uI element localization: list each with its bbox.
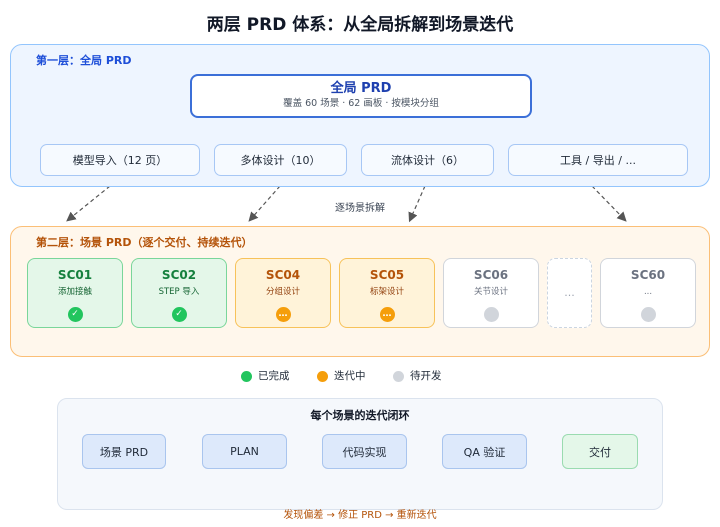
legend-iterating-label: 迭代中 <box>334 370 366 382</box>
loop-step-plan: PLAN <box>202 434 287 469</box>
legend-todo-dot <box>393 371 404 382</box>
scene-name: 添加接触 <box>57 287 92 297</box>
module-multibody-design: 多体设计（10） <box>214 144 347 176</box>
ellipsis-icon: … <box>275 307 291 322</box>
scene-code: SC60 <box>630 268 666 282</box>
scene-name: ... <box>643 287 653 297</box>
circle-icon <box>483 307 499 322</box>
module-tools-export: 工具 / 导出 / ... <box>508 144 688 176</box>
scene-name: 分组设计 <box>265 287 300 297</box>
scene-card-sc04: SC04 分组设计 … <box>235 258 331 328</box>
scene-card-sc01: SC01 添加接触 ✓ <box>27 258 123 328</box>
iteration-loop-title: 每个场景的迭代闭环 <box>310 409 410 422</box>
module-fluid-design: 流体设计（6） <box>361 144 494 176</box>
scene-code: SC04 <box>265 268 301 282</box>
scene-card-sc60: SC60 ... <box>600 258 696 328</box>
layer1-label: 第一层：全局 PRD <box>36 54 132 67</box>
legend-iterating-dot <box>317 371 328 382</box>
global-prd-box: 全局 PRD 覆盖 60 场景 · 62 画板 · 按模块分组 <box>190 74 532 118</box>
loop-step-implementation: 代码实现 <box>322 434 407 469</box>
scene-name: 标架设计 <box>369 287 404 297</box>
scene-code: SC02 <box>161 268 197 282</box>
feedback-caption: 发现偏差 → 修正 PRD → 重新迭代 <box>283 509 437 521</box>
legend-done-label: 已完成 <box>258 370 290 382</box>
loop-step-delivery: 交付 <box>562 434 638 469</box>
scene-code: SC05 <box>369 268 405 282</box>
check-icon: ✓ <box>171 307 187 322</box>
scene-name: 关节设计 <box>473 287 508 297</box>
ellipsis-icon: … <box>379 307 395 322</box>
module-model-import: 模型导入（12 页） <box>40 144 200 176</box>
scene-name: STEP 导入 <box>158 287 200 297</box>
scene-code: ... <box>564 286 575 299</box>
legend-done-dot <box>241 371 252 382</box>
split-arrow-4 <box>591 185 627 222</box>
split-label: 逐场景拆解 <box>335 202 385 214</box>
global-prd-title: 全局 PRD <box>330 81 392 96</box>
scene-code: SC06 <box>473 268 509 282</box>
scene-card-sc05: SC05 标架设计 … <box>339 258 435 328</box>
loop-step-scene-prd: 场景 PRD <box>82 434 166 469</box>
scene-card-sc02: SC02 STEP 导入 ✓ <box>131 258 227 328</box>
layer2-label: 第二层：场景 PRD（逐个交付、持续迭代） <box>36 236 253 249</box>
scene-code: SC01 <box>57 268 93 282</box>
scene-card-sc06: SC06 关节设计 <box>443 258 539 328</box>
check-icon: ✓ <box>67 307 83 322</box>
global-prd-subtitle: 覆盖 60 场景 · 62 画板 · 按模块分组 <box>283 98 439 109</box>
loop-step-qa: QA 验证 <box>442 434 527 469</box>
page-title: 两层 PRD 体系：从全局拆解到场景迭代 <box>206 14 514 35</box>
split-arrow-1 <box>66 185 111 222</box>
split-arrow-2 <box>248 185 281 222</box>
circle-icon <box>640 307 656 322</box>
scene-card-placeholder: ... <box>547 258 592 328</box>
legend-todo-label: 待开发 <box>410 370 442 382</box>
